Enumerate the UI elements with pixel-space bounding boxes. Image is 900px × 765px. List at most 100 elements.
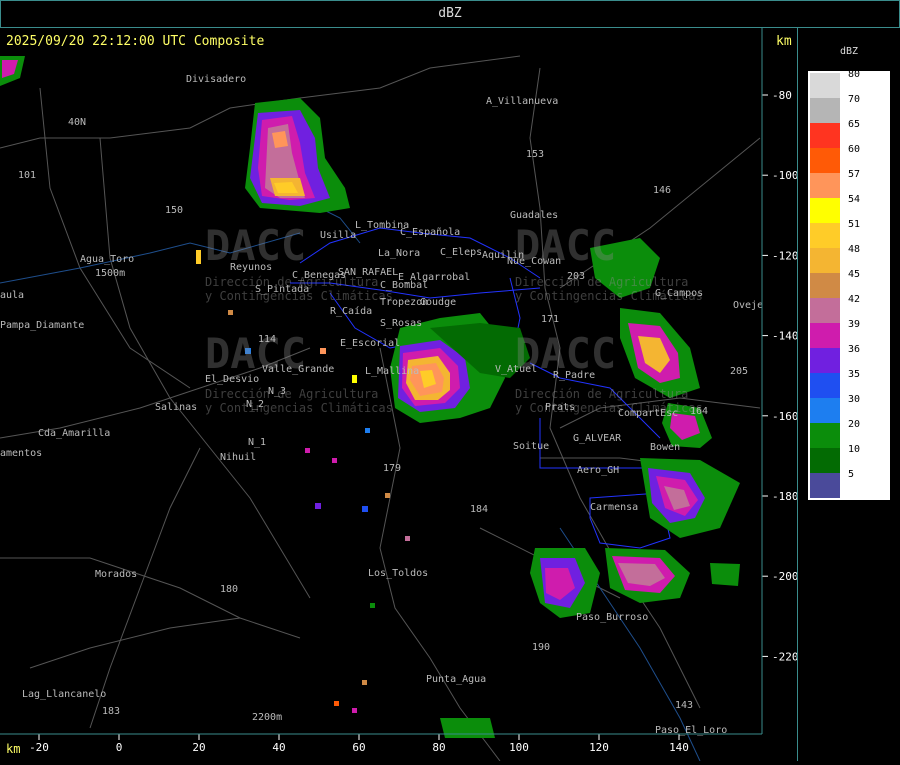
radar-map-canvas[interactable]: DACC DACC DACC DACC Dirección de Agricul…	[0, 28, 799, 762]
place-label: 179	[383, 463, 401, 474]
place-label: Los_Toldos	[368, 568, 428, 579]
watermark-sub-3b: y Contingencias Climáticas	[205, 401, 393, 415]
legend-value: 5	[848, 469, 854, 480]
legend-swatch	[810, 198, 840, 223]
x-tick-label: 140	[669, 741, 689, 754]
y-axis-ticks: -80 -100 -120 -140 -160 -180 -200 -220	[762, 89, 799, 663]
legend-swatch	[810, 448, 840, 473]
legend-value: 36	[848, 344, 860, 355]
place-label: Nihuil	[220, 452, 256, 463]
place-label: 184	[470, 504, 488, 515]
y-tick-label: -220	[772, 650, 797, 663]
place-label: Reyunos	[230, 262, 272, 273]
y-tick-label: -80	[772, 89, 792, 102]
place-label: 143	[675, 700, 693, 711]
legend-swatch	[810, 98, 840, 123]
radar-map[interactable]: DACC DACC DACC DACC Dirección de Agricul…	[0, 28, 799, 762]
legend-value: 39	[848, 319, 860, 330]
place-label: 114	[258, 334, 276, 345]
x-tick-label: 60	[352, 741, 365, 754]
legend-swatches: 80 70 65 60 57 54 51 48 45 42 39 36 35 30 20 10 5	[808, 69, 890, 500]
place-label: 190	[532, 642, 550, 653]
place-label: El_Desvio	[205, 374, 259, 385]
legend-value: 45	[848, 269, 860, 280]
place-label: La_Nora	[378, 248, 420, 259]
legend-swatch	[810, 423, 840, 448]
legend-unit-label: dBZ	[840, 46, 858, 57]
place-label: Cda_Amarilla	[38, 428, 110, 439]
place-label: S_Rosas	[380, 318, 422, 329]
x-tick-label: 120	[589, 741, 609, 754]
legend-canvas: dBZ 80 70 65 60 57 54 51 48 45 42 39 36 35 30 20 10 5	[808, 46, 890, 500]
place-label: 40N	[68, 117, 86, 128]
legend-swatch	[810, 123, 840, 148]
dbz-legend: dBZ 80 70 65 60 57 54 51 48 45 42 39 36 35 30 20 10 5	[798, 28, 900, 761]
legend-value: 20	[848, 419, 860, 430]
y-tick-label: -100	[772, 169, 797, 182]
place-label: Prats	[545, 402, 575, 413]
place-label: Usilla	[320, 230, 356, 241]
legend-swatch	[810, 273, 840, 298]
x-tick-label: 80	[432, 741, 445, 754]
place-label: 101	[18, 170, 36, 181]
place-label: Punta_Agua	[426, 674, 486, 685]
place-label: 1500m	[95, 268, 125, 279]
place-label: SAN_RAFAEL	[338, 267, 398, 278]
place-label: Carmensa	[590, 502, 638, 513]
place-label: 180	[220, 584, 238, 595]
legend-swatch	[810, 298, 840, 323]
place-label: R_Caída	[330, 305, 372, 317]
x-tick-label: 40	[272, 741, 285, 754]
place-label: N_3	[268, 386, 286, 397]
y-tick-label: -120	[772, 249, 797, 262]
x-tick-label: 0	[116, 741, 123, 754]
place-label: C_Eleps	[440, 247, 482, 258]
legend-value: 80	[848, 69, 860, 80]
legend-swatch	[810, 473, 840, 498]
place-label: Bowen	[650, 442, 680, 453]
place-label: G_ALVEAR	[573, 433, 622, 444]
legend-value: 35	[848, 369, 860, 380]
legend-swatch	[810, 248, 840, 273]
place-label: G_Campos	[655, 288, 703, 299]
legend-swatch	[810, 73, 840, 98]
place-label: Paso_Burroso	[576, 612, 648, 623]
legend-swatch	[810, 223, 840, 248]
legend-swatch	[810, 148, 840, 173]
watermark-sub-3a: Dirección de Agricultura	[205, 387, 378, 401]
place-label: N_2	[246, 399, 264, 410]
km-unit-top: km	[776, 34, 792, 49]
place-label: Soitue	[513, 441, 549, 452]
legend-value: 57	[848, 169, 860, 180]
legend-value: 70	[848, 94, 860, 105]
x-tick-label: 20	[192, 741, 205, 754]
place-label: A_Villanueva	[486, 96, 558, 107]
watermark-sub-2a: Dirección de Agricultura	[515, 275, 688, 289]
legend-value: 60	[848, 144, 860, 155]
place-label: C_Bombal	[380, 280, 428, 291]
legend-swatch	[810, 323, 840, 348]
place-label: 171	[541, 314, 559, 325]
composite-title: 2025/09/20 22:12:00 UTC Composite	[6, 34, 265, 49]
place-label: amentos	[0, 448, 42, 459]
place-label: 164	[690, 406, 708, 417]
legend-value: 30	[848, 394, 860, 405]
place-label: Morados	[95, 569, 137, 580]
y-tick-label: -200	[772, 570, 797, 583]
place-label: R_Padre	[553, 370, 595, 381]
legend-value: 65	[848, 119, 860, 130]
place-label: 205	[730, 366, 748, 377]
place-label: Salinas	[155, 402, 197, 413]
place-label: 203	[567, 271, 585, 282]
place-label: Pampa_Diamante	[0, 320, 84, 331]
radar-window: dBZ DACC DACC DACC DACC Dirección de Agr…	[0, 0, 900, 762]
legend-value: 51	[848, 219, 860, 230]
place-label: V_Atuel	[495, 364, 537, 375]
y-tick-label: -140	[772, 330, 797, 343]
place-label: Nue_Cowan	[507, 256, 561, 267]
place-label: Divisadero	[186, 74, 246, 85]
x-axis-ticks: -20 0 20 40 60 80 100 120 140	[29, 734, 689, 754]
place-label: Lag_Llancanelo	[22, 689, 106, 700]
place-label: Valle_Grande	[262, 364, 334, 375]
legend-swatch	[810, 373, 840, 398]
